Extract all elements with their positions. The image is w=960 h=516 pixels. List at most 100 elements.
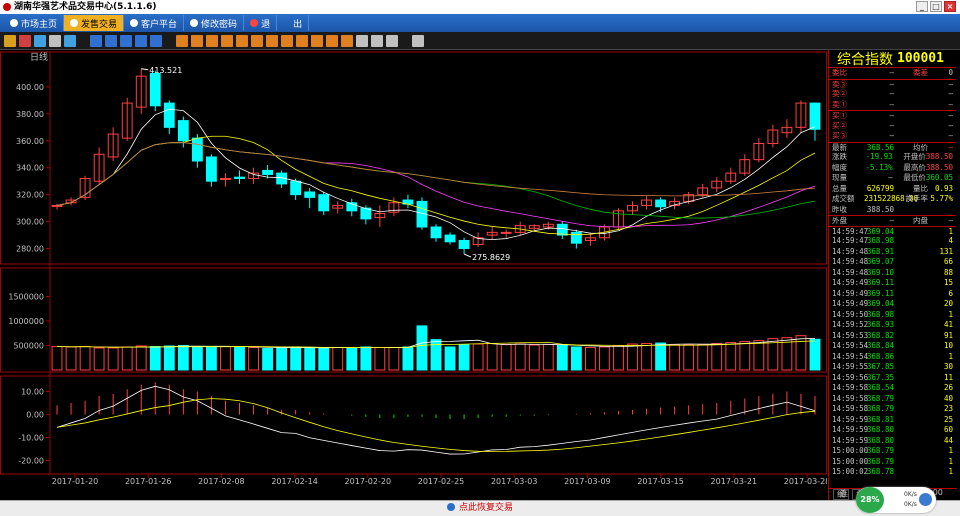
tick-row: 14:59:50 368.98 1 (832, 309, 953, 319)
chart-panel-frame (0, 267, 827, 373)
maximize-button[interactable]: □ (930, 1, 942, 12)
network-speed-widget[interactable]: 28% 0K/s 0K/s (856, 487, 936, 513)
toolbar-tool-22-icon[interactable] (326, 34, 338, 47)
volume-bar (641, 343, 652, 371)
quote-row: 幅度 -5.13% 最高价 388.50 (832, 162, 953, 172)
y-tick-label: 500000 (13, 342, 44, 351)
toolbar-tool-25-icon[interactable] (371, 34, 383, 47)
minimize-button[interactable]: _ (916, 1, 928, 12)
volume-bar (753, 340, 765, 371)
volume-bar (332, 346, 344, 371)
chart-title: 日线 (30, 51, 48, 63)
toolbar-tool-13-icon[interactable] (191, 34, 203, 47)
tick-row: 14:59:59 368.80 44 (832, 435, 953, 445)
ask-row: 卖① — — (832, 99, 953, 109)
toolbar-tool-20-icon[interactable] (296, 34, 308, 47)
candle-body (318, 194, 330, 212)
volume-bar (262, 347, 273, 371)
ma-line (56, 135, 816, 236)
index-code: 100001 (897, 51, 944, 66)
toolbar-tool-9-icon[interactable] (135, 34, 147, 47)
candle-body (655, 199, 666, 208)
toolbar-tool-8-icon[interactable] (120, 34, 132, 47)
tick-row: 14:59:54 368.84 10 (832, 341, 953, 350)
bar-chart-icon[interactable] (4, 34, 16, 47)
toolbar-tool-18-icon[interactable] (266, 34, 278, 47)
volume-bar (486, 343, 498, 371)
tick-row: 14:59:53 368.82 91 (832, 330, 953, 340)
volume-bar (79, 345, 91, 371)
status-bar[interactable]: 点此恢复交易 (0, 500, 960, 516)
volume-bar (360, 346, 372, 371)
frame-icon[interactable] (64, 34, 76, 47)
tick-row: 14:59:59 368.80 60 (832, 425, 953, 434)
toolbar-tool-15-icon[interactable] (221, 34, 233, 47)
toolbar-tool-28-icon[interactable] (412, 34, 424, 47)
quote-row: 昨收 388.50 (832, 204, 894, 214)
menu-client-platform[interactable]: 客户平台 (124, 15, 185, 31)
menu-exit[interactable]: 退 (244, 15, 278, 31)
candle-body (149, 72, 161, 107)
ma-line (56, 108, 816, 241)
tick-row: 14:59:59 368.81 25 (832, 414, 953, 424)
tick-row: 14:59:54 368.86 1 (832, 351, 953, 361)
candle-body (51, 204, 63, 207)
menu-market-home[interactable]: 市场主页 (4, 15, 65, 31)
table-icon[interactable] (49, 34, 61, 47)
menu-change-password[interactable]: 修改密码 (184, 15, 245, 31)
menu-trade[interactable]: 发售交易 (64, 15, 125, 31)
candle-body (206, 156, 217, 182)
toolbar-tool-17-icon[interactable] (251, 34, 263, 47)
tick-row: 15:00:02 368.78 1 (832, 467, 953, 476)
toolbar-tool-10-icon[interactable] (150, 34, 162, 47)
tick-row: 15:00:00 368.79 1 (832, 456, 953, 466)
power-icon (250, 19, 259, 27)
toolbar-tool-12-icon[interactable] (176, 34, 188, 47)
candle-body (290, 180, 302, 196)
toolbar-tool-27-icon[interactable] (401, 35, 409, 47)
toolbar-tool-26-icon[interactable] (386, 34, 398, 47)
candle-body (809, 102, 821, 130)
chart-area: 日线 280.00 300.00 320.00 340.00 360.00 380.00 40… (0, 50, 827, 500)
volume-bar (304, 346, 316, 371)
date-label: 2017-03-15 (637, 477, 684, 486)
date-label: 2017-03-28 (784, 477, 827, 486)
volume-bar (556, 345, 568, 371)
toolbar-tool-5-icon[interactable] (79, 35, 87, 47)
candle-icon[interactable] (34, 34, 46, 47)
volume-bar (697, 344, 709, 371)
volume-bar (472, 343, 484, 371)
tick-row: 14:59:49 369.11 6 (832, 288, 953, 298)
candle-body (458, 239, 470, 250)
outin-row: 外盘 — 内盘 — (829, 215, 956, 226)
menu-exit-2[interactable]: 出 (277, 15, 310, 31)
toolbar-tool-19-icon[interactable] (281, 34, 293, 47)
toolbar-tool-23-icon[interactable] (341, 34, 353, 47)
download-speed: 0K/s (904, 501, 917, 508)
toolbar-tool-24-icon[interactable] (356, 34, 368, 47)
close-button[interactable]: × (944, 1, 956, 12)
toolbar-tool-16-icon[interactable] (236, 34, 248, 47)
toolbar-tool-11-icon[interactable] (165, 35, 173, 47)
line-chart-icon[interactable] (19, 34, 31, 47)
volume-bar (318, 347, 330, 371)
candle-body (220, 178, 231, 181)
candle-body (500, 231, 512, 234)
volume-bar (220, 345, 231, 371)
restore-trade-link[interactable]: 点此恢复交易 (459, 503, 513, 513)
y-tick-label: 1000000 (8, 317, 44, 326)
toolbar-tool-6-icon[interactable] (90, 34, 102, 47)
y-tick-label: 10.00 (21, 388, 44, 397)
date-label: 2017-02-14 (271, 477, 318, 486)
toolbar-tool-14-icon[interactable] (206, 34, 218, 47)
upload-speed: 0K/s (904, 491, 917, 498)
person-icon (70, 19, 79, 27)
toolbar-tool-7-icon[interactable] (105, 34, 117, 47)
restore-icon (446, 503, 455, 511)
quote-row: 最新 368.56 均价 — (829, 141, 956, 153)
macd-dif-line (56, 385, 816, 455)
toolbar-tool-21-icon[interactable] (311, 34, 323, 47)
kline-chart[interactable]: 日线 280.00 300.00 320.00 340.00 360.00 380.00 40… (0, 50, 827, 500)
volume-bar (149, 345, 161, 371)
volume-bar (121, 346, 133, 371)
